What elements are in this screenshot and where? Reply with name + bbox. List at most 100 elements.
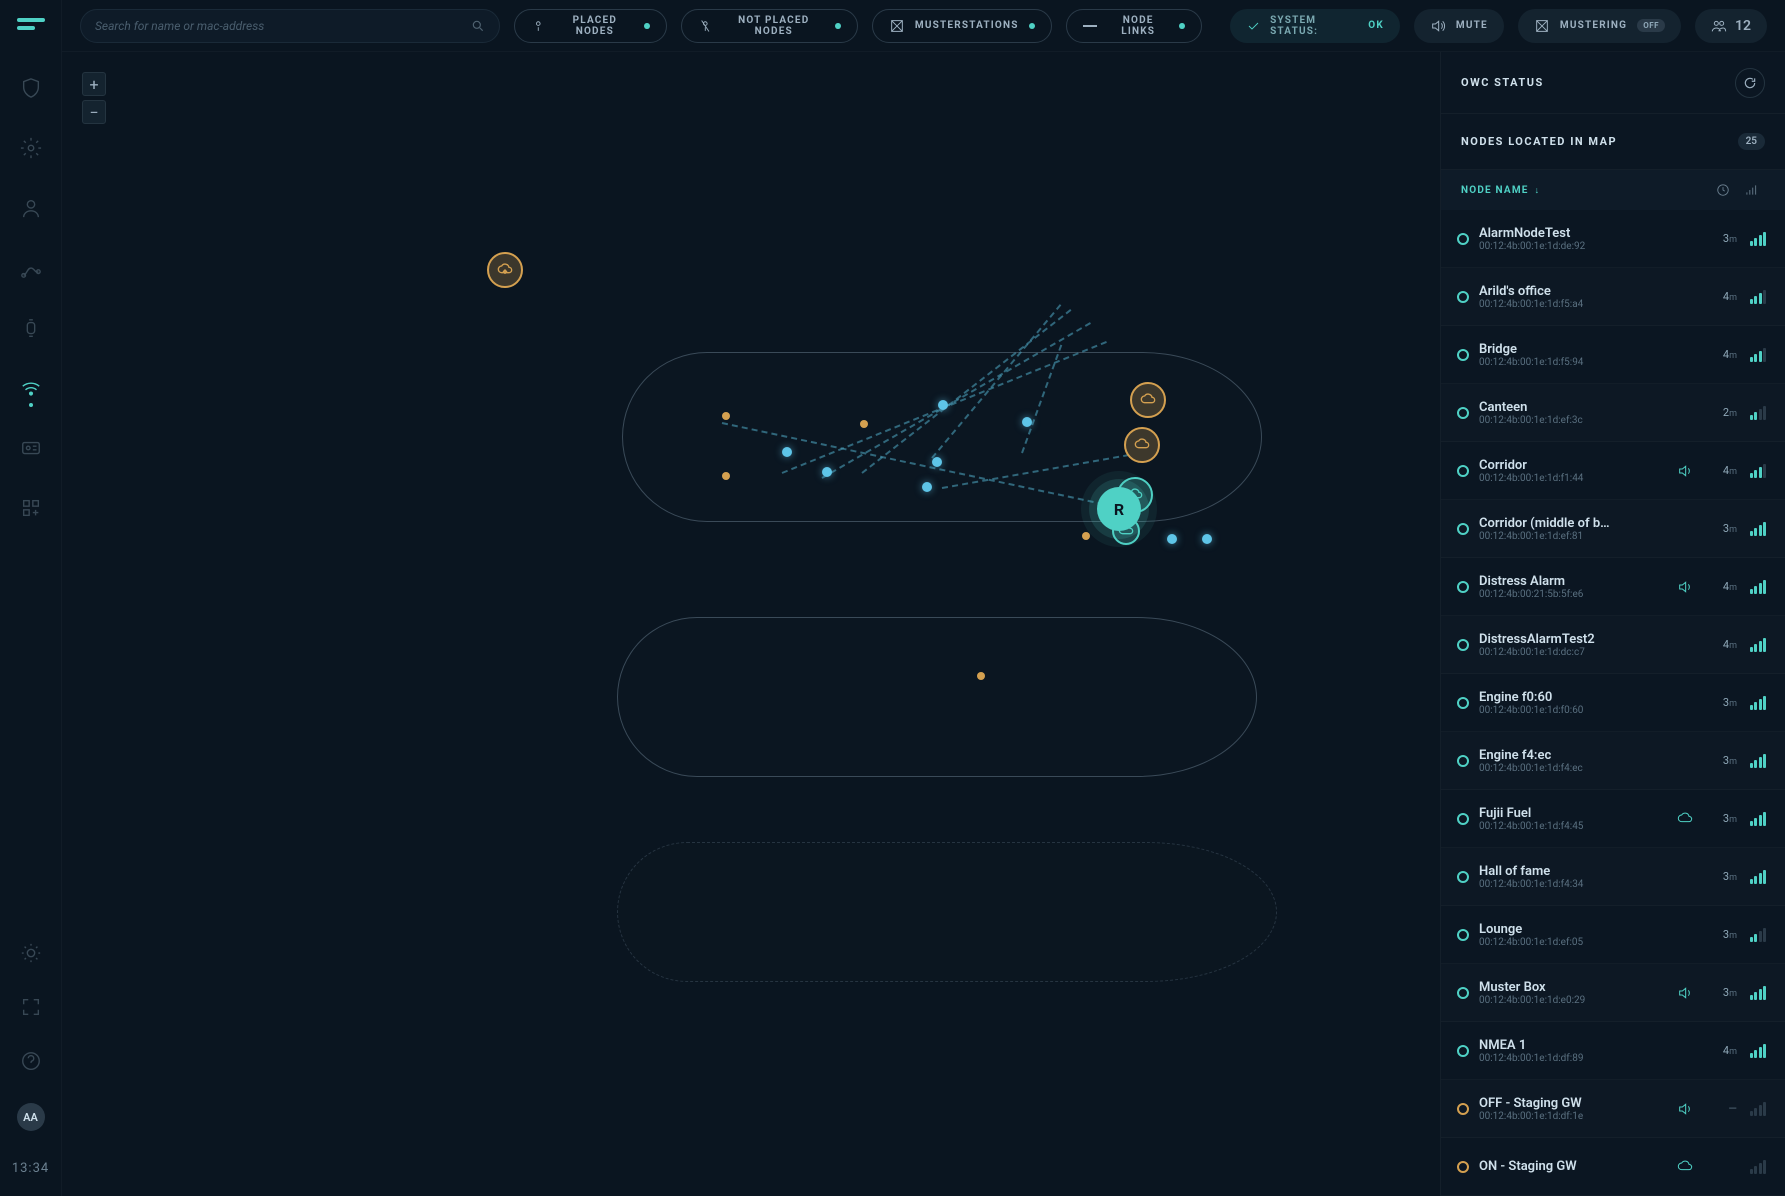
node-signal-icon <box>1747 290 1769 304</box>
map-node-dot[interactable] <box>1167 534 1177 544</box>
node-status-icon <box>1457 1103 1469 1115</box>
map-node-dot[interactable] <box>1082 532 1090 540</box>
map-node-gateway[interactable] <box>1130 382 1166 418</box>
node-time-label: 4m <box>1705 638 1737 651</box>
sidebar-shield-icon[interactable] <box>19 76 43 100</box>
map-node-dot[interactable] <box>1022 417 1032 427</box>
map-node-dot[interactable] <box>938 400 948 410</box>
filter-placed-nodes[interactable]: PLACED NODES <box>514 9 667 43</box>
mustering-button[interactable]: MUSTERING OFF <box>1518 9 1681 43</box>
sidebar-id-icon[interactable] <box>19 436 43 460</box>
sidebar-fullscreen-icon[interactable] <box>19 995 43 1019</box>
node-row[interactable]: Fujii Fuel00:12:4b:00:1e:1d:f4:453m <box>1441 790 1785 848</box>
node-row[interactable]: Canteen00:12:4b:00:1e:1d:ef:3c2m <box>1441 384 1785 442</box>
node-status-icon <box>1457 407 1469 419</box>
node-time-label: 3m <box>1705 928 1737 941</box>
sort-arrow-icon: ↓ <box>1535 185 1541 196</box>
node-name-label: Arild's office <box>1479 284 1665 299</box>
filter-node-links[interactable]: NODE LINKS <box>1066 9 1202 43</box>
clock: 13:34 <box>12 1161 49 1176</box>
node-row[interactable]: Distress Alarm00:12:4b:00:21:5b:5f:e64m <box>1441 558 1785 616</box>
node-time-label: 3m <box>1705 870 1737 883</box>
node-status-icon <box>1457 755 1469 767</box>
node-info: Distress Alarm00:12:4b:00:21:5b:5f:e6 <box>1479 574 1665 600</box>
node-signal-icon <box>1747 812 1769 826</box>
node-icon <box>531 18 546 34</box>
col-signal[interactable] <box>1737 183 1765 197</box>
node-row[interactable]: ON - Staging GW <box>1441 1138 1785 1196</box>
node-row[interactable]: Corridor00:12:4b:00:1e:1d:f1:444m <box>1441 442 1785 500</box>
node-signal-icon <box>1747 580 1769 594</box>
node-status-icon <box>1457 465 1469 477</box>
node-mac-label: 00:12:4b:00:1e:1d:f5:a4 <box>1479 299 1665 310</box>
node-signal-icon <box>1747 348 1769 362</box>
map-node-dot[interactable] <box>1202 534 1212 544</box>
node-mac-label: 00:12:4b:00:1e:1d:df:89 <box>1479 1053 1665 1064</box>
node-status-icon <box>1457 291 1469 303</box>
zoom-out-button[interactable]: − <box>82 100 106 124</box>
node-sound-icon <box>1675 463 1695 479</box>
node-signal-icon <box>1747 1160 1769 1174</box>
refresh-button[interactable] <box>1735 68 1765 98</box>
node-row[interactable]: Engine f4:ec00:12:4b:00:1e:1d:f4:ec3m <box>1441 732 1785 790</box>
people-count-pill[interactable]: 12 <box>1695 9 1767 43</box>
app-logo[interactable] <box>17 18 45 36</box>
sidebar-sun-icon[interactable] <box>19 941 43 965</box>
node-row[interactable]: AlarmNodeTest00:12:4b:00:1e:1d:de:923m <box>1441 210 1785 268</box>
node-time-label: 3m <box>1705 812 1737 825</box>
col-node-name[interactable]: NODE NAME↓ <box>1461 185 1709 196</box>
map-node-dot[interactable] <box>722 472 730 480</box>
node-row[interactable]: Arild's office00:12:4b:00:1e:1d:f5:a44m <box>1441 268 1785 326</box>
col-time[interactable] <box>1709 183 1737 197</box>
node-time-label: 4m <box>1705 348 1737 361</box>
sidebar-route-icon[interactable] <box>19 256 43 280</box>
map-node-dot[interactable] <box>722 412 730 420</box>
map-node-dot[interactable] <box>932 457 942 467</box>
node-status-icon <box>1457 1161 1469 1173</box>
map-node-R[interactable]: R <box>1097 487 1141 531</box>
user-avatar[interactable]: AA <box>17 1103 45 1131</box>
node-row[interactable]: Muster Box00:12:4b:00:1e:1d:e0:293m <box>1441 964 1785 1022</box>
node-row[interactable]: NMEA 100:12:4b:00:1e:1d:df:89 4m <box>1441 1022 1785 1080</box>
map-node-gateway[interactable] <box>487 252 523 288</box>
map-node-dot[interactable] <box>782 447 792 457</box>
zoom-in-button[interactable]: + <box>82 72 106 96</box>
node-row[interactable]: OFF - Staging GW00:12:4b:00:1e:1d:df:1e— <box>1441 1080 1785 1138</box>
node-sound-icon <box>1675 579 1695 595</box>
node-signal-icon <box>1747 522 1769 536</box>
sidebar-apps-icon[interactable] <box>19 496 43 520</box>
map-node-gateway[interactable] <box>1124 427 1160 463</box>
search-box[interactable] <box>80 9 500 43</box>
map-canvas[interactable]: + − <box>62 52 1440 1196</box>
node-row[interactable]: Lounge00:12:4b:00:1e:1d:ef:053m <box>1441 906 1785 964</box>
node-row[interactable]: Engine f0:6000:12:4b:00:1e:1d:f0:603m <box>1441 674 1785 732</box>
map-node-dot[interactable] <box>860 420 868 428</box>
filter-musterstations[interactable]: MUSTERSTATIONS <box>872 9 1052 43</box>
node-name-label: Fujii Fuel <box>1479 806 1665 821</box>
nodes-count-badge: 25 <box>1738 133 1765 150</box>
sidebar-gear-icon[interactable] <box>19 136 43 160</box>
sidebar-network-icon[interactable] <box>19 376 43 400</box>
mute-button[interactable]: MUTE <box>1414 9 1504 43</box>
node-signal-icon <box>1747 232 1769 246</box>
node-time-label: 4m <box>1705 1044 1737 1057</box>
node-row[interactable]: DistressAlarmTest200:12:4b:00:1e:1d:dc:c… <box>1441 616 1785 674</box>
sidebar-person-icon[interactable] <box>19 196 43 220</box>
node-row[interactable]: Corridor (middle of b…00:12:4b:00:1e:1d:… <box>1441 500 1785 558</box>
node-info: NMEA 100:12:4b:00:1e:1d:df:89 <box>1479 1038 1665 1064</box>
filter-not-placed-nodes[interactable]: NOT PLACED NODES <box>681 9 858 43</box>
sidebar-watch-icon[interactable] <box>19 316 43 340</box>
node-list[interactable]: AlarmNodeTest00:12:4b:00:1e:1d:de:923mAr… <box>1441 210 1785 1196</box>
node-info: ON - Staging GW <box>1479 1159 1665 1174</box>
search-input[interactable] <box>95 19 461 33</box>
map-node-dot[interactable] <box>922 482 932 492</box>
sidebar-help-icon[interactable] <box>19 1049 43 1073</box>
node-row[interactable]: Bridge00:12:4b:00:1e:1d:f5:944m <box>1441 326 1785 384</box>
node-signal-icon <box>1747 754 1769 768</box>
node-info: Corridor (middle of b…00:12:4b:00:1e:1d:… <box>1479 516 1665 542</box>
node-row[interactable]: Hall of fame00:12:4b:00:1e:1d:f4:343m <box>1441 848 1785 906</box>
map-node-dot[interactable] <box>977 672 985 680</box>
node-name-label: DistressAlarmTest2 <box>1479 632 1665 647</box>
map-node-dot[interactable] <box>822 467 832 477</box>
mustering-badge: OFF <box>1637 19 1665 32</box>
